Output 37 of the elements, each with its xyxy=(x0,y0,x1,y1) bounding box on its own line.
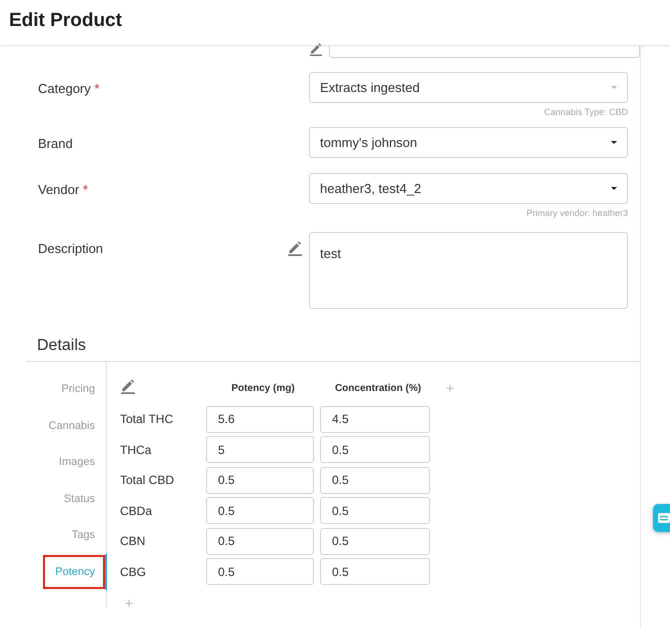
potency-field[interactable]: 5 xyxy=(206,436,314,463)
description-field[interactable]: test xyxy=(309,232,628,309)
page-title: Edit Product xyxy=(9,10,123,32)
row-label: CBN xyxy=(120,534,146,548)
potency-field[interactable]: 0.5 xyxy=(206,528,314,554)
column-header: Potency (mg) xyxy=(230,382,296,394)
concentration-field[interactable]: 0.5 xyxy=(320,528,430,554)
field-label: Description xyxy=(38,241,104,256)
select-field[interactable]: tommy's johnson xyxy=(309,127,628,158)
row-label: Total CBD xyxy=(120,473,176,487)
potency-field[interactable]: 0.5 xyxy=(206,466,314,494)
select-field[interactable]: heather3, test4_2 xyxy=(309,173,628,204)
concentration-field[interactable]: 0.5 xyxy=(320,558,430,585)
potency-field[interactable]: 0.5 xyxy=(206,558,314,585)
field-label: Category xyxy=(38,81,91,96)
concentration-field[interactable]: 0.5 xyxy=(320,436,430,463)
concentration-field[interactable]: 0.5 xyxy=(320,497,430,524)
potency-field[interactable]: 5.6 xyxy=(206,406,314,432)
potency-field[interactable]: 0.5 xyxy=(206,497,314,524)
field-hint: Primary vendor: heather3 xyxy=(526,208,628,218)
field-label: Brand xyxy=(38,136,73,151)
row-label: CBDa xyxy=(120,504,154,518)
field-label: Vendor xyxy=(38,182,80,197)
required-mark: * xyxy=(94,81,100,96)
pencil-icon[interactable] xyxy=(309,42,323,56)
pencil-icon[interactable] xyxy=(120,378,136,394)
pencil-icon[interactable] xyxy=(287,240,303,256)
concentration-field[interactable]: 0.5 xyxy=(320,466,430,494)
concentration-field[interactable]: 4.5 xyxy=(320,406,430,432)
row-label: Total THC xyxy=(120,412,174,426)
column-header: Concentration (%) xyxy=(334,382,422,394)
row-label: THCa xyxy=(120,442,152,456)
field-hint: Cannabis Type: CBD xyxy=(544,107,628,117)
row-label: CBG xyxy=(120,564,148,578)
required-mark: * xyxy=(82,182,88,197)
chat-icon xyxy=(658,512,670,524)
section-title: Details xyxy=(37,337,87,356)
